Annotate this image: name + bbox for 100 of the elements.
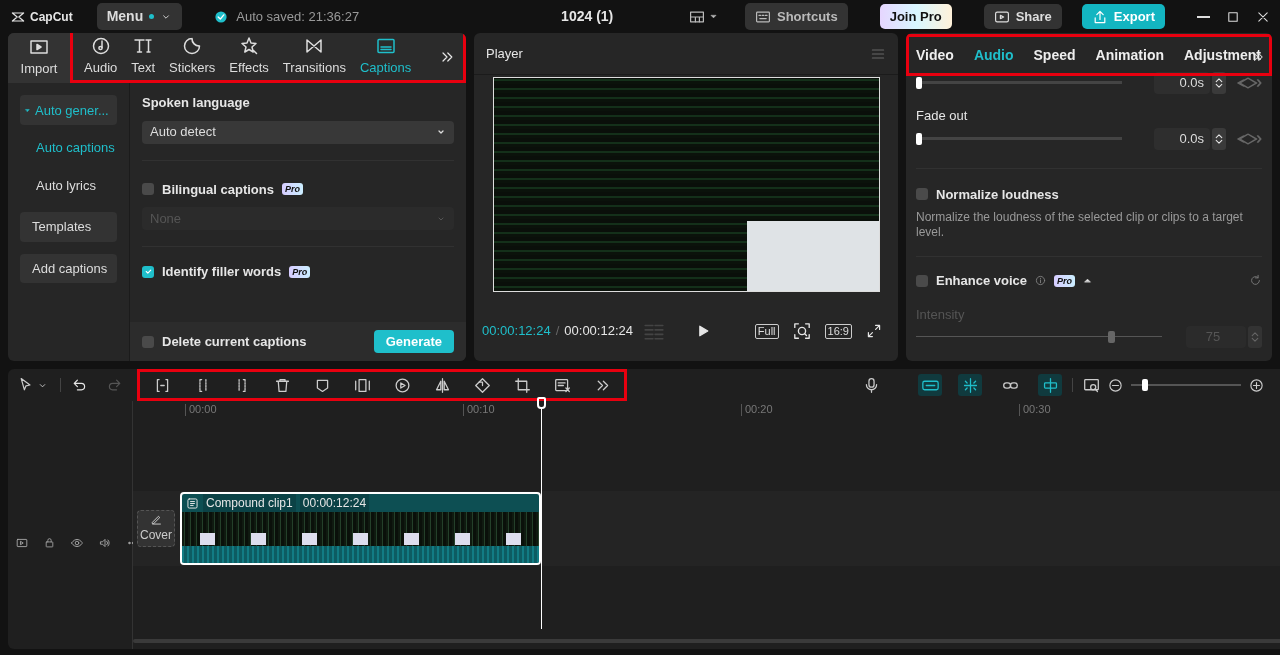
total-time: 00:00:12:24 xyxy=(564,322,633,341)
checkbox[interactable] xyxy=(142,335,154,348)
rotate-icon xyxy=(473,376,491,394)
checkbox[interactable] xyxy=(142,265,154,278)
option-label: Normalize loudness xyxy=(936,185,1059,204)
photo-placeholder xyxy=(404,533,419,545)
playhead[interactable] xyxy=(535,397,547,629)
slider-thumb[interactable] xyxy=(916,77,922,89)
caret-icon xyxy=(24,107,31,114)
aspect-ratio-button[interactable]: 16:9 xyxy=(824,323,852,339)
freeze-frame-icon xyxy=(353,376,371,394)
option-label: Bilingual captions xyxy=(162,180,274,199)
checkbox[interactable] xyxy=(142,183,154,196)
media-tab[interactable]: Text xyxy=(124,33,163,80)
remove-text-icon xyxy=(553,376,571,394)
reset-icon xyxy=(1249,274,1262,288)
pro-button[interactable]: Join Pro xyxy=(879,3,952,30)
shortcuts-button[interactable]: Shortcuts xyxy=(745,2,848,31)
section-label: Spoken language xyxy=(142,94,251,112)
media-tab[interactable]: Effects xyxy=(222,33,276,80)
current-time: 00:00:12:24 xyxy=(482,322,551,341)
stepper-icon xyxy=(1248,326,1262,348)
photo-placeholder xyxy=(455,533,470,545)
slider-thumb[interactable] xyxy=(916,132,922,145)
inspector-tab[interactable]: Animation xyxy=(1088,44,1177,66)
video-clip[interactable]: Compound clip1 00:00:12:24 xyxy=(180,492,541,565)
caption-nav-item[interactable]: Auto lyrics xyxy=(20,170,117,201)
lock-icon xyxy=(44,537,55,548)
check-circle-icon xyxy=(214,9,229,24)
video-track-icon xyxy=(16,536,28,549)
clip-duration: 00:00:12:24 xyxy=(299,494,370,512)
delete-icon xyxy=(273,376,291,394)
caret-icon xyxy=(708,12,718,21)
mirror-icon xyxy=(433,376,451,394)
app-logo: CapCut xyxy=(30,8,73,26)
check-icon xyxy=(143,267,153,277)
fullscreen-icon xyxy=(866,323,882,339)
zoom-out-icon xyxy=(1108,377,1123,393)
caption-nav-item[interactable]: Add captions xyxy=(20,253,117,284)
media-tab[interactable]: Audio xyxy=(77,33,125,80)
pro-badge: Pro xyxy=(1054,274,1076,287)
sticker-icon xyxy=(182,35,203,56)
snap-icon xyxy=(961,376,979,394)
option-label: Identify filler words xyxy=(162,263,282,281)
description-text: Normalize the loudness of the selected clip or clips to a target level. xyxy=(916,210,1244,240)
star-wand-icon xyxy=(239,35,260,56)
undo-icon xyxy=(71,377,87,393)
time-separator: / xyxy=(555,322,560,341)
zoom-in-icon xyxy=(1249,377,1264,393)
preview-axis-icon xyxy=(1041,376,1059,394)
pencil-icon xyxy=(149,513,163,526)
slider-thumb[interactable] xyxy=(1142,379,1148,391)
close-icon xyxy=(1256,9,1270,24)
zoom-fit-icon xyxy=(792,322,811,340)
minimize-icon[interactable] xyxy=(1197,15,1210,18)
eye-icon xyxy=(71,536,83,549)
ruler-label: 00:00 xyxy=(185,404,463,416)
stepper-icon xyxy=(1212,127,1226,150)
value-field[interactable]: 0.0s xyxy=(1154,72,1210,94)
caption-nav-item[interactable]: Auto gener... xyxy=(20,95,117,126)
photo-placeholder xyxy=(302,533,317,545)
clip-name: Compound clip1 xyxy=(203,494,296,512)
menu-button[interactable]: Menu xyxy=(96,3,183,30)
ruler-label: 00:30 xyxy=(1019,404,1280,416)
photo-placeholder xyxy=(200,533,215,545)
slider-label: Fade out xyxy=(916,107,969,125)
inspector-tab[interactable]: Video xyxy=(909,44,967,66)
caption-nav-item[interactable]: Templates xyxy=(20,212,117,242)
preview-axis-toggle[interactable] xyxy=(1038,374,1062,396)
photo-placeholder xyxy=(353,533,368,545)
full-button[interactable]: Full xyxy=(754,323,779,339)
photo-placeholder xyxy=(506,533,521,545)
option-label: Enhance voice xyxy=(936,272,1028,290)
value-field[interactable]: 0.0s xyxy=(1154,127,1210,150)
maximize-icon xyxy=(1226,9,1240,24)
inspector-tab[interactable]: Adjustment xyxy=(1177,44,1272,66)
checkbox[interactable] xyxy=(916,188,928,201)
magnet-track-toggle[interactable] xyxy=(918,374,942,396)
notification-dot xyxy=(149,14,155,19)
ruler-label: 00:20 xyxy=(741,404,1019,416)
crop-icon xyxy=(513,376,531,394)
language-dropdown[interactable]: Auto detect xyxy=(142,120,454,144)
panel-title: Player xyxy=(486,44,523,63)
snap-toggle[interactable] xyxy=(958,374,982,396)
media-tab[interactable]: Transitions xyxy=(275,33,353,80)
autosave-status: Auto saved: 21:36:27 xyxy=(236,7,360,26)
stepper-icon xyxy=(1212,72,1226,94)
inspector-tab[interactable]: Audio xyxy=(966,44,1027,66)
share-button[interactable]: Share xyxy=(983,3,1062,30)
microphone-icon xyxy=(863,376,880,394)
play-circle-icon xyxy=(393,376,411,394)
project-title: 1024 (1) xyxy=(561,7,614,26)
redo-icon xyxy=(107,377,123,393)
media-tab[interactable]: Captions xyxy=(352,33,419,80)
caption-nav-item[interactable]: Auto captions xyxy=(20,133,117,163)
inspector-tab[interactable]: Speed xyxy=(1026,44,1089,66)
media-tab[interactable]: Stickers xyxy=(162,33,223,80)
cover-button[interactable]: Cover xyxy=(137,510,175,547)
speaker-icon xyxy=(99,536,111,549)
pro-badge: Pro xyxy=(289,265,311,278)
